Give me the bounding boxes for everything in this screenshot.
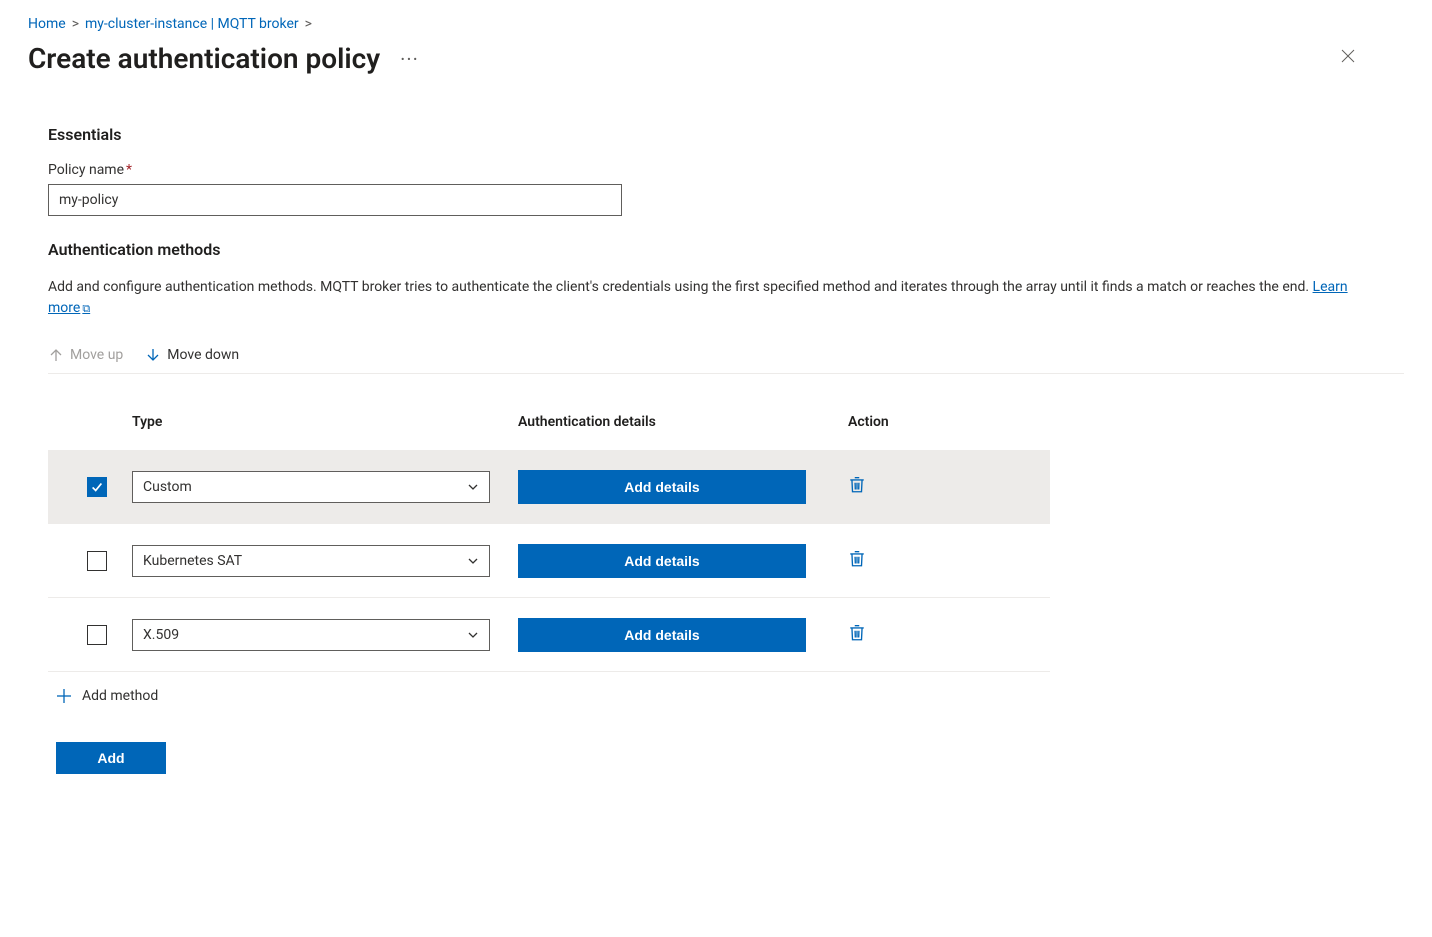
policy-name-label: Policy name* [48, 162, 1404, 178]
move-down-button[interactable]: Move down [145, 347, 239, 363]
table-header: Type Authentication details Action [48, 394, 1050, 450]
breadcrumb-cluster-link[interactable]: my-cluster-instance | MQTT broker [85, 16, 299, 32]
table-header-details: Authentication details [518, 414, 834, 430]
table-header-action: Action [834, 414, 1014, 430]
add-button[interactable]: Add [56, 742, 166, 774]
trash-icon[interactable] [848, 550, 866, 568]
add-method-button[interactable]: Add method [48, 688, 1404, 704]
check-icon [90, 480, 104, 494]
table-row: Kubernetes SAT Add details [48, 524, 1050, 598]
table-row: Custom Add details [48, 450, 1050, 524]
chevron-down-icon [467, 481, 479, 493]
chevron-down-icon [467, 629, 479, 641]
essentials-heading: Essentials [48, 125, 1404, 144]
arrow-down-icon [145, 347, 161, 363]
add-details-button[interactable]: Add details [518, 544, 806, 578]
type-selected-value: Kubernetes SAT [143, 553, 242, 569]
breadcrumb-home[interactable]: Home [28, 16, 66, 32]
breadcrumb: Home > my-cluster-instance | MQTT broker… [0, 0, 1432, 38]
table-header-type: Type [132, 414, 518, 430]
auth-methods-table: Type Authentication details Action Custo… [48, 394, 1050, 672]
type-selected-value: Custom [143, 479, 192, 495]
trash-icon[interactable] [848, 624, 866, 642]
type-select[interactable]: X.509 [132, 619, 490, 651]
row-checkbox[interactable] [87, 477, 107, 497]
plus-icon [56, 688, 72, 704]
type-select[interactable]: Kubernetes SAT [132, 545, 490, 577]
add-details-button[interactable]: Add details [518, 618, 806, 652]
arrow-up-icon [48, 347, 64, 363]
title-bar: Create authentication policy ··· [0, 38, 1432, 85]
add-details-button[interactable]: Add details [518, 470, 806, 504]
auth-methods-description: Add and configure authentication methods… [48, 277, 1368, 319]
page-title: Create authentication policy [28, 42, 380, 75]
more-icon[interactable]: ··· [400, 49, 419, 69]
row-checkbox[interactable] [87, 625, 107, 645]
trash-icon[interactable] [848, 476, 866, 494]
chevron-right-icon: > [72, 16, 79, 32]
type-select[interactable]: Custom [132, 471, 490, 503]
close-icon[interactable] [1332, 44, 1364, 73]
auth-methods-heading: Authentication methods [48, 240, 1404, 259]
external-link-icon: ⧉ [82, 302, 90, 315]
row-checkbox[interactable] [87, 551, 107, 571]
chevron-right-icon: > [305, 16, 312, 32]
move-up-button: Move up [48, 347, 123, 363]
required-star-icon: * [126, 162, 132, 178]
type-selected-value: X.509 [143, 627, 179, 643]
chevron-down-icon [467, 555, 479, 567]
table-row: X.509 Add details [48, 598, 1050, 672]
policy-name-input[interactable] [48, 184, 622, 216]
